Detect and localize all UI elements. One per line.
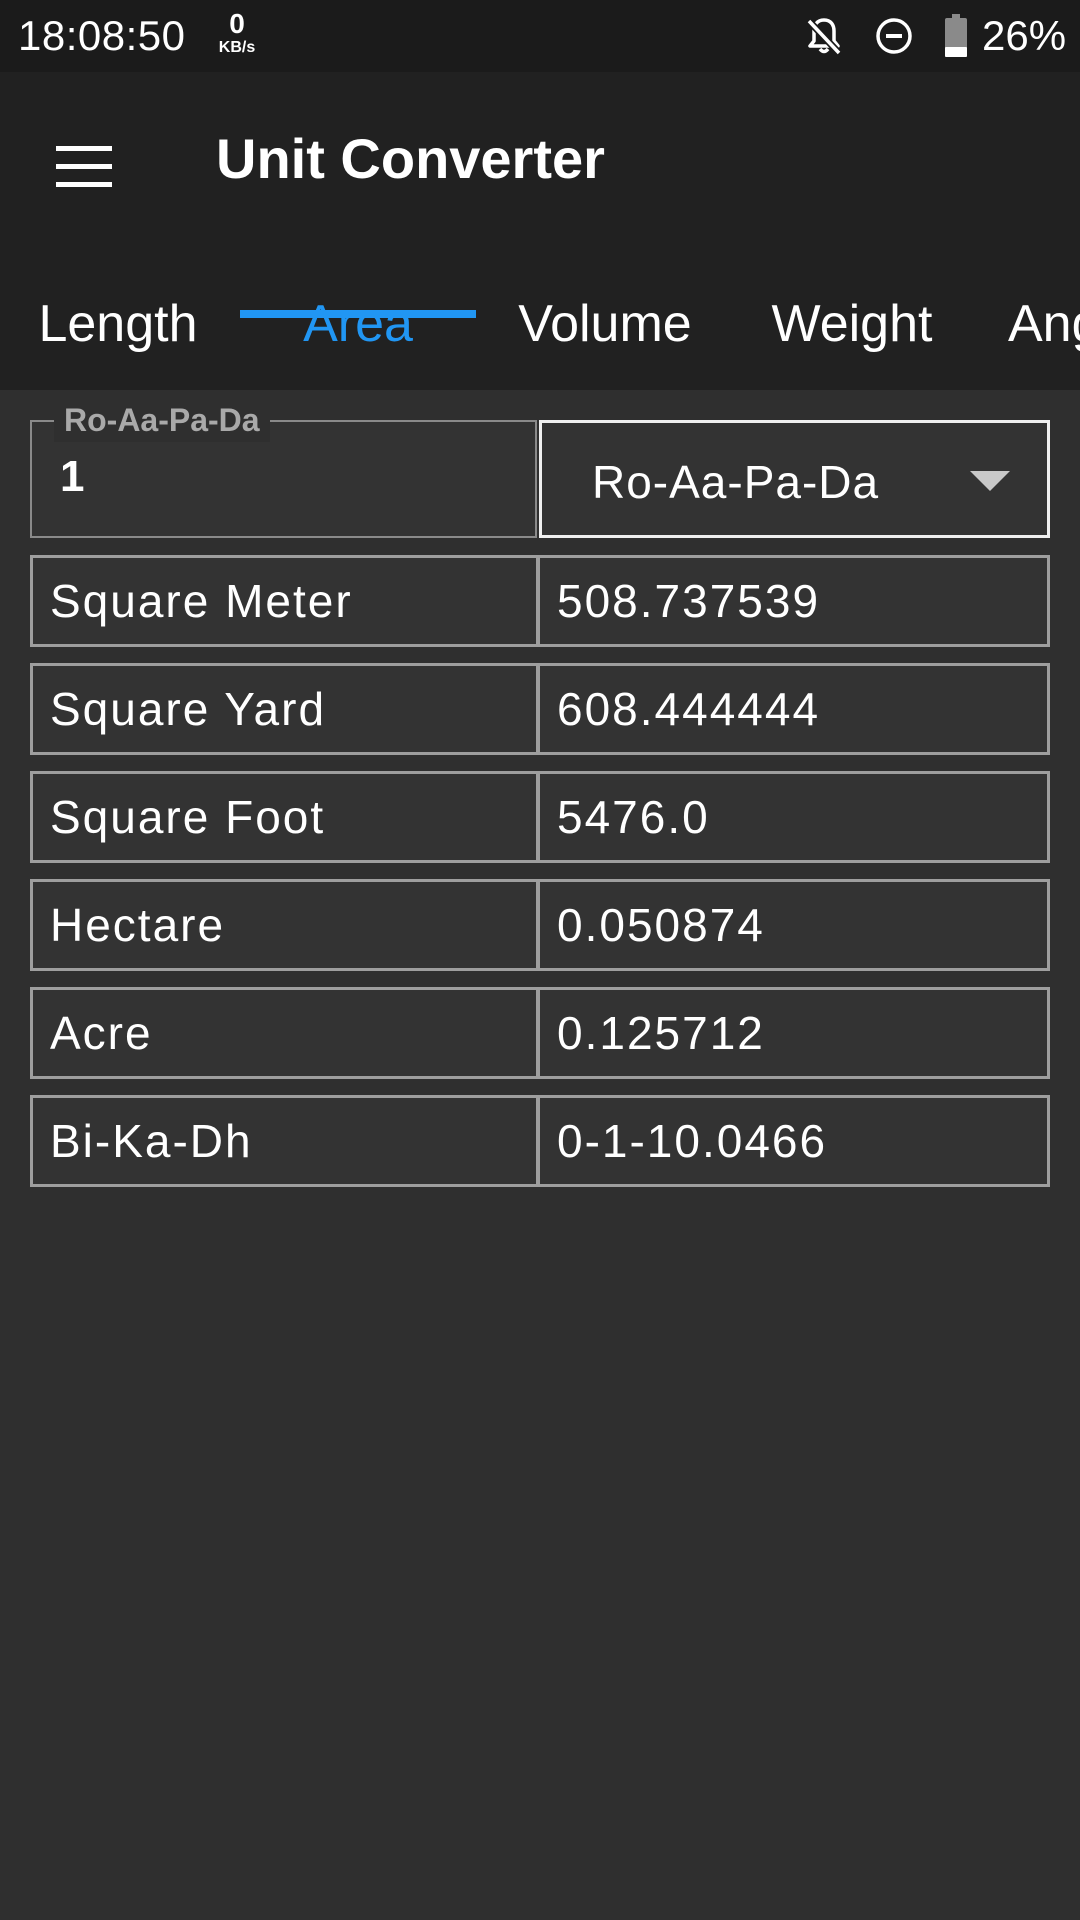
result-row: Hectare 0.050874 (30, 879, 1050, 971)
app-bar: Unit Converter Length Area Volume Weight… (0, 72, 1080, 390)
input-label: Ro-Aa-Pa-Da (54, 398, 270, 442)
status-bar: 18:08:50 0 KB/s 26% (0, 0, 1080, 72)
network-speed-value: 0 (229, 8, 245, 39)
tab-angle[interactable]: Ang (990, 268, 1080, 390)
bell-off-icon (804, 16, 844, 56)
result-row: Square Yard 608.444444 (30, 663, 1050, 755)
result-unit-name: Square Foot (30, 771, 539, 863)
result-value: 0.050874 (537, 879, 1050, 971)
tab-length[interactable]: Length (0, 268, 236, 390)
hamburger-menu-icon (56, 146, 112, 187)
status-time: 18:08:50 (18, 12, 186, 59)
result-unit-name: Bi-Ka-Dh (30, 1095, 539, 1187)
network-speed-unit: KB/s (218, 39, 256, 56)
network-speed: 0 KB/s (212, 10, 262, 56)
tab-bar: Length Area Volume Weight Ang (0, 268, 1080, 390)
input-value[interactable]: 1 (60, 452, 84, 502)
battery-icon (944, 14, 968, 58)
result-unit-name: Square Yard (30, 663, 539, 755)
result-value: 0.125712 (537, 987, 1050, 1079)
tab-volume[interactable]: Volume (480, 268, 730, 390)
result-value: 0-1-10.0466 (537, 1095, 1050, 1187)
result-row: Square Meter 508.737539 (30, 555, 1050, 647)
menu-button[interactable] (40, 122, 130, 212)
selected-unit: Ro-Aa-Pa-Da (592, 456, 880, 508)
do-not-disturb-icon (874, 16, 914, 56)
result-row: Square Foot 5476.0 (30, 771, 1050, 863)
active-tab-indicator (240, 310, 476, 318)
tab-weight[interactable]: Weight (740, 268, 964, 390)
tab-area[interactable]: Area (240, 268, 476, 390)
result-unit-name: Square Meter (30, 555, 539, 647)
result-value: 608.444444 (537, 663, 1050, 755)
result-value: 508.737539 (537, 555, 1050, 647)
result-unit-name: Hectare (30, 879, 539, 971)
result-value: 5476.0 (537, 771, 1050, 863)
unit-dropdown[interactable]: Ro-Aa-Pa-Da (539, 420, 1050, 538)
app-screen: 18:08:50 0 KB/s 26% Unit Converter Lengt… (0, 0, 1080, 1920)
value-input-field[interactable]: Ro-Aa-Pa-Da 1 (30, 398, 537, 538)
dropdown-arrow-icon (970, 471, 1010, 491)
result-row: Acre 0.125712 (30, 987, 1050, 1079)
app-title: Unit Converter (216, 127, 605, 190)
battery-percent: 26% (982, 12, 1067, 59)
result-row: Bi-Ka-Dh 0-1-10.0466 (30, 1095, 1050, 1187)
result-unit-name: Acre (30, 987, 539, 1079)
